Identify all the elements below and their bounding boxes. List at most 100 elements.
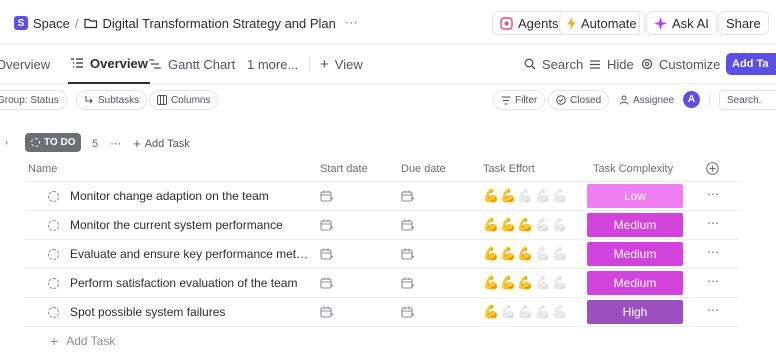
status-badge[interactable]: TO DO bbox=[25, 133, 82, 152]
task-name[interactable]: Perform satisfaction evaluation of the t… bbox=[70, 276, 310, 290]
add-column-icon[interactable] bbox=[706, 162, 719, 175]
task-status-icon[interactable] bbox=[48, 278, 59, 289]
task-complexity-label[interactable]: Medium bbox=[587, 242, 683, 266]
breadcrumb-space[interactable]: Space bbox=[33, 16, 70, 31]
muscle-icon[interactable]: 💪 bbox=[535, 275, 551, 291]
task-complexity-label[interactable]: Medium bbox=[587, 271, 683, 295]
muscle-icon[interactable]: 💪 bbox=[517, 217, 533, 233]
task-status-icon[interactable] bbox=[48, 307, 59, 318]
add-task-button[interactable]: Add Ta bbox=[726, 53, 776, 75]
muscle-icon[interactable]: 💪 bbox=[535, 304, 551, 320]
avatar[interactable]: A bbox=[683, 91, 700, 108]
muscle-icon[interactable]: 💪 bbox=[552, 304, 568, 320]
muscle-icon[interactable]: 💪 bbox=[500, 217, 516, 233]
muscle-icon[interactable]: 💪 bbox=[535, 217, 551, 233]
start-date-calendar-icon[interactable] bbox=[320, 248, 333, 260]
table-row[interactable]: Monitor change adaption on the team 💪 💪 💪 💪 💪… bbox=[25, 182, 738, 211]
muscle-icon[interactable]: 💪 bbox=[552, 188, 568, 204]
task-effort-rating[interactable]: 💪 💪 💪 💪 💪 bbox=[483, 246, 568, 262]
assignee-pill[interactable]: Assignee bbox=[612, 90, 682, 110]
search-button[interactable]: Search bbox=[524, 44, 583, 84]
task-status-icon[interactable] bbox=[48, 220, 59, 231]
muscle-icon[interactable]: 💪 bbox=[500, 246, 516, 262]
column-header-start-date[interactable]: Start date bbox=[320, 163, 368, 175]
row-more-button[interactable]: ⋯ bbox=[707, 216, 720, 230]
filter-pill[interactable]: Filter bbox=[493, 90, 546, 110]
task-status-icon[interactable] bbox=[48, 249, 59, 260]
muscle-icon[interactable]: 💪 bbox=[483, 275, 499, 291]
muscle-icon[interactable]: 💪 bbox=[535, 188, 551, 204]
customize-button[interactable]: Customize bbox=[641, 44, 720, 84]
due-date-calendar-icon[interactable] bbox=[401, 277, 414, 289]
task-effort-rating[interactable]: 💪 💪 💪 💪 💪 bbox=[483, 275, 568, 291]
automate-button[interactable]: Automate bbox=[559, 11, 645, 35]
task-name[interactable]: Evaluate and ensure key performance metr… bbox=[70, 247, 310, 261]
tab-gantt-chart[interactable]: Gantt Chart bbox=[148, 44, 235, 84]
subtasks-pill[interactable]: Subtasks bbox=[76, 90, 148, 110]
task-effort-rating[interactable]: 💪 💪 💪 💪 💪 bbox=[483, 188, 568, 204]
muscle-icon[interactable]: 💪 bbox=[517, 188, 533, 204]
task-effort-rating[interactable]: 💪 💪 💪 💪 💪 bbox=[483, 304, 568, 320]
table-row[interactable]: Monitor the current system performance 💪 💪… bbox=[25, 211, 738, 240]
task-name[interactable]: Monitor change adaption on the team bbox=[70, 189, 310, 203]
muscle-icon[interactable]: 💪 bbox=[552, 217, 568, 233]
share-button[interactable]: Share bbox=[718, 11, 769, 35]
tab-overview-1[interactable]: Overview bbox=[0, 44, 50, 84]
start-date-calendar-icon[interactable] bbox=[320, 190, 333, 202]
task-status-icon[interactable] bbox=[48, 191, 59, 202]
task-name[interactable]: Monitor the current system performance bbox=[70, 218, 310, 232]
muscle-icon[interactable]: 💪 bbox=[483, 304, 499, 320]
muscle-icon[interactable]: 💪 bbox=[483, 246, 499, 262]
column-header-name[interactable]: Name bbox=[28, 163, 57, 175]
row-more-button[interactable]: ⋯ bbox=[707, 274, 720, 288]
closed-pill[interactable]: Closed bbox=[548, 90, 610, 110]
muscle-icon[interactable]: 💪 bbox=[500, 188, 516, 204]
task-complexity-label[interactable]: Low bbox=[587, 184, 683, 208]
row-more-button[interactable]: ⋯ bbox=[707, 187, 720, 201]
muscle-icon[interactable]: 💪 bbox=[483, 217, 499, 233]
muscle-icon[interactable]: 💪 bbox=[517, 246, 533, 262]
table-row[interactable]: Evaluate and ensure key performance metr… bbox=[25, 240, 738, 269]
start-date-calendar-icon[interactable] bbox=[320, 277, 333, 289]
tab-more-views[interactable]: 1 more... bbox=[247, 44, 298, 84]
group-add-task-button[interactable]: + Add Task bbox=[133, 136, 190, 151]
start-date-calendar-icon[interactable] bbox=[320, 219, 333, 231]
start-date-calendar-icon[interactable] bbox=[320, 306, 333, 318]
task-effort-rating[interactable]: 💪 💪 💪 💪 💪 bbox=[483, 217, 568, 233]
task-complexity-label[interactable]: Medium bbox=[587, 213, 683, 237]
breadcrumb-more-button[interactable]: ⋯ bbox=[345, 15, 358, 31]
muscle-icon[interactable]: 💪 bbox=[500, 304, 516, 320]
column-header-task-complexity[interactable]: Task Complexity bbox=[593, 163, 673, 175]
table-row[interactable]: Spot possible system failures 💪 💪 💪 💪 💪 High ⋯ bbox=[25, 298, 738, 327]
due-date-calendar-icon[interactable] bbox=[401, 248, 414, 260]
group-by-status-pill[interactable]: Group: Status bbox=[0, 90, 67, 110]
due-date-calendar-icon[interactable] bbox=[401, 190, 414, 202]
muscle-icon[interactable]: 💪 bbox=[552, 246, 568, 262]
row-more-button[interactable]: ⋯ bbox=[707, 303, 720, 317]
muscle-icon[interactable]: 💪 bbox=[517, 304, 533, 320]
muscle-icon[interactable]: 💪 bbox=[552, 275, 568, 291]
muscle-icon[interactable]: 💪 bbox=[535, 246, 551, 262]
add-task-row-button[interactable]: + Add Task bbox=[50, 333, 115, 349]
search-input[interactable]: Search. bbox=[719, 90, 776, 110]
breadcrumb-list-title[interactable]: Digital Transformation Strategy and Plan bbox=[103, 16, 336, 31]
due-date-calendar-icon[interactable] bbox=[401, 219, 414, 231]
task-complexity-label[interactable]: High bbox=[587, 300, 683, 324]
row-more-button[interactable]: ⋯ bbox=[707, 245, 720, 259]
task-name[interactable]: Spot possible system failures bbox=[70, 305, 310, 319]
collapse-chevron-icon[interactable]: › bbox=[5, 137, 8, 147]
due-date-calendar-icon[interactable] bbox=[401, 306, 414, 318]
muscle-icon[interactable]: 💪 bbox=[500, 275, 516, 291]
muscle-icon[interactable]: 💪 bbox=[517, 275, 533, 291]
muscle-icon[interactable]: 💪 bbox=[483, 188, 499, 204]
table-row[interactable]: Perform satisfaction evaluation of the t… bbox=[25, 269, 738, 298]
ask-ai-button[interactable]: Ask AI bbox=[646, 11, 717, 35]
add-view-button[interactable]: + View bbox=[320, 44, 363, 84]
tab-overview-2[interactable]: Overview bbox=[68, 44, 150, 84]
group-more-button[interactable]: ⋯ bbox=[110, 137, 121, 150]
column-header-due-date[interactable]: Due date bbox=[401, 163, 446, 175]
column-header-task-effort[interactable]: Task Effort bbox=[483, 163, 535, 175]
hide-button[interactable]: Hide bbox=[589, 44, 634, 84]
agents-button[interactable]: Agents bbox=[492, 11, 567, 35]
columns-pill[interactable]: Columns bbox=[149, 90, 219, 110]
